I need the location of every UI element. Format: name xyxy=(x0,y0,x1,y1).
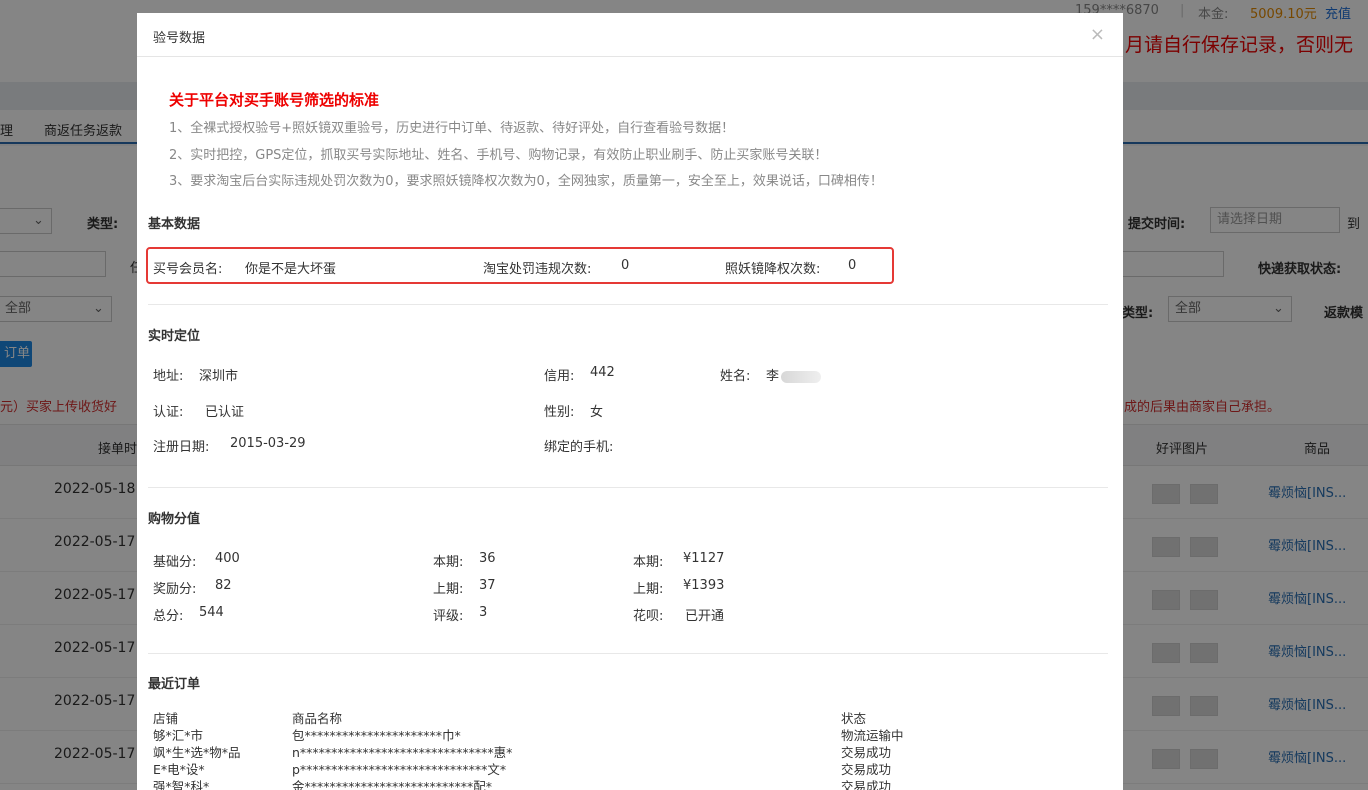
list-item: 够*汇*市 包**********************巾* 物流运输中 xyxy=(153,727,1053,744)
order-shop: 飒*生*选*物*品 xyxy=(153,745,241,760)
reward-score-value: 82 xyxy=(215,578,232,593)
current-amount-label: 本期: xyxy=(633,555,664,570)
register-value: 2015-03-29 xyxy=(230,436,306,451)
order-shop: 强*智*科* xyxy=(153,779,210,790)
current-period-label: 本期: xyxy=(433,555,464,570)
order-product: 金***************************配* xyxy=(292,779,493,790)
section-title-location: 实时定位 xyxy=(148,329,201,344)
standard-line-3: 3、要求淘宝后台实际违规处罚次数为0，要求照妖镜降权次数为0，全网独家，质量第一… xyxy=(169,174,883,189)
divider xyxy=(148,487,1108,488)
grade-value: 3 xyxy=(479,605,488,620)
order-shop: 够*汇*市 xyxy=(153,728,204,743)
current-amount-value: ¥1127 xyxy=(683,551,725,566)
standard-line-2: 2、实时把控，GPS定位，抓取买号实际地址、姓名、手机号、购物记录，有效防止职业… xyxy=(169,148,828,163)
order-status: 交易成功 xyxy=(841,762,892,777)
previous-amount-value: ¥1393 xyxy=(683,578,725,593)
divider xyxy=(148,304,1108,305)
order-product: n*******************************惠* xyxy=(292,745,513,760)
standard-line-1: 1、全裸式授权验号+照妖镜双重验号，历史进行中订单、待返款、待好评处，自行查看验… xyxy=(169,121,735,136)
address-value: 深圳市 xyxy=(199,369,239,384)
base-score-value: 400 xyxy=(215,551,240,566)
grade-label: 评级: xyxy=(433,609,464,624)
section-title-basic: 基本数据 xyxy=(148,217,201,232)
col-product-name: 商品名称 xyxy=(292,711,343,726)
section-title-orders: 最近订单 xyxy=(148,677,201,692)
gender-value: 女 xyxy=(590,405,604,420)
close-icon[interactable]: × xyxy=(1090,24,1105,45)
phone-label: 绑定的手机: xyxy=(544,440,614,455)
col-status: 状态 xyxy=(841,711,867,726)
modal-header: 验号数据 × xyxy=(137,13,1123,57)
name-value: 李 xyxy=(766,369,780,384)
standard-title: 关于平台对买手账号筛选的标准 xyxy=(169,91,380,109)
previous-period-value: 37 xyxy=(479,578,496,593)
blurred-region xyxy=(781,370,822,383)
member-value: 你是不是大坏蛋 xyxy=(245,262,337,277)
current-period-value: 36 xyxy=(479,551,496,566)
verify-value: 已认证 xyxy=(205,405,245,420)
orders-header: 店铺 商品名称 状态 xyxy=(153,710,1053,727)
violation-value: 0 xyxy=(621,258,630,273)
violation-label: 淘宝处罚违规次数: xyxy=(483,262,592,277)
downgrade-label: 照妖镜降权次数: xyxy=(725,262,821,277)
orders-table: 店铺 商品名称 状态 够*汇*市 包**********************… xyxy=(153,710,1053,790)
name-value-wrap: 李 xyxy=(766,365,822,384)
credit-value: 442 xyxy=(590,365,615,380)
order-product: 包**********************巾* xyxy=(292,728,461,743)
huabei-label: 花呗: xyxy=(633,609,664,624)
reward-score-label: 奖励分: xyxy=(153,582,197,597)
total-score-value: 544 xyxy=(199,605,224,620)
total-score-label: 总分: xyxy=(153,609,184,624)
order-status: 交易成功 xyxy=(841,745,892,760)
credit-label: 信用: xyxy=(544,369,575,384)
register-label: 注册日期: xyxy=(153,440,210,455)
order-status: 交易成功 xyxy=(841,779,892,790)
verification-modal: 验号数据 × 关于平台对买手账号筛选的标准 1、全裸式授权验号+照妖镜双重验号，… xyxy=(137,13,1123,790)
col-shop: 店铺 xyxy=(153,711,179,726)
huabei-value: 已开通 xyxy=(685,609,725,624)
downgrade-value: 0 xyxy=(848,258,857,273)
gender-label: 性别: xyxy=(544,405,575,420)
order-status: 物流运输中 xyxy=(841,728,904,743)
order-product: p******************************文* xyxy=(292,762,507,777)
name-label: 姓名: xyxy=(720,369,751,384)
list-item: 强*智*科* 金***************************配* 交易… xyxy=(153,778,1053,790)
section-title-shopping: 购物分值 xyxy=(148,512,201,527)
member-label: 买号会员名: xyxy=(153,262,223,277)
list-item: E*电*设* p******************************文*… xyxy=(153,761,1053,778)
previous-period-label: 上期: xyxy=(433,582,464,597)
address-label: 地址: xyxy=(153,369,184,384)
previous-amount-label: 上期: xyxy=(633,582,664,597)
list-item: 飒*生*选*物*品 n*****************************… xyxy=(153,744,1053,761)
divider xyxy=(148,653,1108,654)
verify-label: 认证: xyxy=(153,405,184,420)
modal-title: 验号数据 xyxy=(153,31,206,46)
base-score-label: 基础分: xyxy=(153,555,197,570)
order-shop: E*电*设* xyxy=(153,762,205,777)
